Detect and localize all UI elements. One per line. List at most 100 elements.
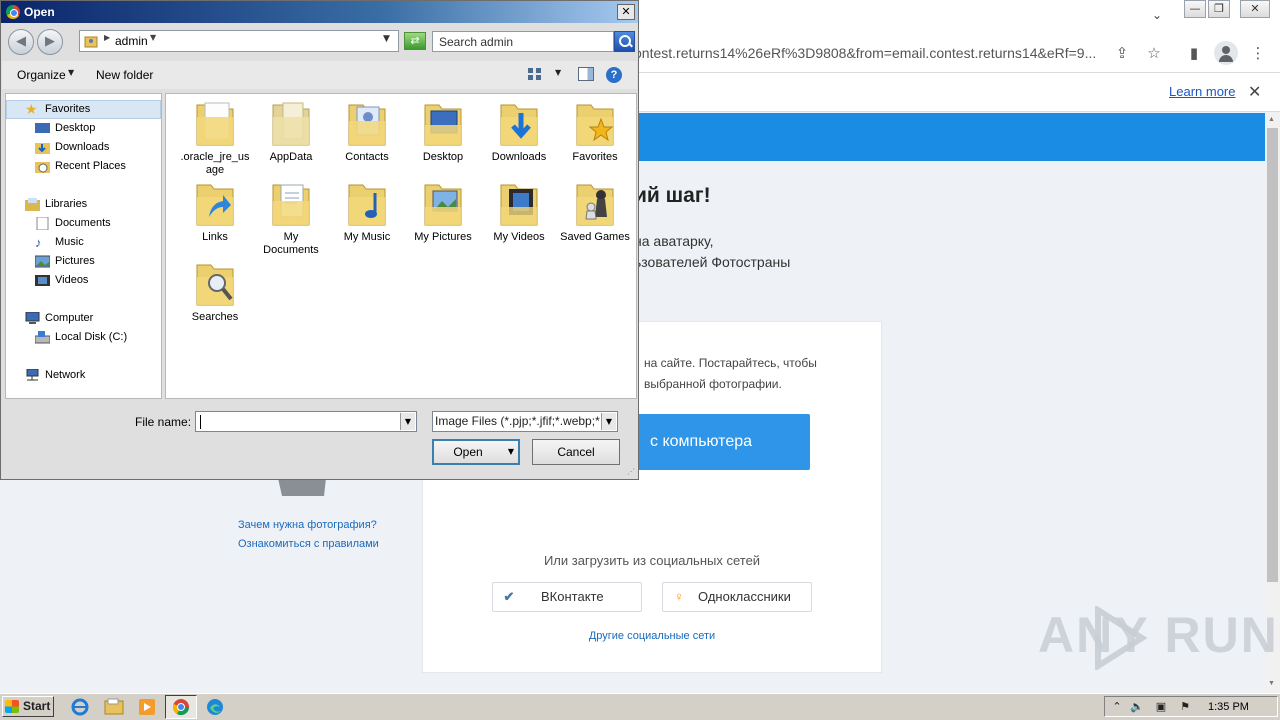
search-input[interactable]: Search admin: [432, 31, 614, 52]
bookmark-star-icon[interactable]: ☆: [1142, 41, 1166, 65]
search-icon[interactable]: [614, 31, 635, 52]
window-close-button[interactable]: ✕: [1240, 0, 1270, 18]
card-text-line-2: выбранной фотографии.: [644, 377, 782, 391]
vk-label: ВКонтакте: [541, 589, 604, 604]
side-links: Зачем нужна фотография? Ознакомиться с п…: [238, 516, 379, 554]
upload-from-computer-button[interactable]: с компьютера: [620, 414, 810, 470]
ok-button[interactable]: ♀ Одноклассники: [662, 582, 812, 612]
infobar-close-icon[interactable]: ✕: [1248, 82, 1261, 101]
file-item[interactable]: My Music: [331, 179, 403, 244]
taskbar-clock[interactable]: 1:35 PM: [1208, 701, 1249, 713]
libraries-icon: [25, 198, 40, 211]
breadcrumb-chevron-icon[interactable]: ▶: [104, 33, 110, 42]
file-item[interactable]: Searches: [179, 259, 251, 324]
restore-button[interactable]: ❐: [1208, 0, 1230, 18]
nav-desktop[interactable]: Desktop: [35, 122, 95, 134]
nav-music[interactable]: ♪ Music: [35, 236, 84, 249]
side-panel-icon[interactable]: ▮: [1182, 41, 1206, 65]
contacts-folder-icon: [348, 104, 386, 146]
nav-recent-places[interactable]: Recent Places: [35, 160, 126, 173]
nav-libraries[interactable]: Libraries: [25, 198, 87, 211]
organize-menu[interactable]: Organize: [17, 68, 66, 82]
preview-pane-icon[interactable]: [578, 67, 594, 81]
internet-explorer-icon[interactable]: [69, 697, 91, 717]
dialog-close-button[interactable]: ✕: [617, 4, 635, 20]
file-item[interactable]: AppData: [255, 99, 327, 164]
file-item[interactable]: Contacts: [331, 99, 403, 164]
pictures-icon: [35, 255, 50, 268]
open-options-caret-icon[interactable]: ▼: [508, 441, 514, 463]
nav-computer[interactable]: Computer: [25, 312, 93, 324]
forward-button[interactable]: ▶: [37, 29, 63, 55]
tray-expand-icon[interactable]: ⌃: [1110, 700, 1124, 713]
nav-network[interactable]: Network: [26, 369, 85, 381]
back-button[interactable]: ◀: [8, 29, 34, 55]
file-label: Downloads: [491, 151, 547, 163]
file-type-dropdown-icon[interactable]: ▼: [601, 413, 616, 430]
nav-pictures[interactable]: Pictures: [35, 255, 95, 268]
file-item[interactable]: .oracle_jre_usage: [179, 99, 251, 177]
menu-kebab-icon[interactable]: ⋮: [1246, 41, 1270, 65]
file-item[interactable]: Downloads: [483, 99, 555, 164]
nav-downloads[interactable]: Downloads: [35, 141, 109, 154]
volume-icon[interactable]: 🔈: [1130, 700, 1144, 713]
nav-favorites[interactable]: ★ Favorites: [25, 102, 90, 116]
nav-videos[interactable]: Videos: [35, 274, 88, 286]
scroll-down-icon[interactable]: ▼: [1268, 680, 1275, 687]
file-item[interactable]: Links: [179, 179, 251, 244]
action-center-flag-icon[interactable]: ⚑: [1178, 700, 1192, 713]
resize-grip-icon[interactable]: ⋰: [627, 467, 637, 477]
scrollbar-thumb[interactable]: [1267, 128, 1278, 582]
social-caption: Или загрузить из социальных сетей: [543, 553, 761, 568]
open-button[interactable]: Open ▼: [432, 439, 520, 465]
file-item[interactable]: Favorites: [559, 99, 631, 164]
file-type-select[interactable]: Image Files (*.pjp;*.jfif;*.webp;* ▼: [432, 411, 618, 432]
hard-disk-icon: [35, 331, 50, 344]
view-caret-icon[interactable]: ▼: [555, 68, 561, 77]
address-breadcrumb[interactable]: ▶ admin ▼ ▼: [79, 30, 399, 52]
subtext-line-2: ьзователей Фотостраны: [634, 254, 791, 270]
my-music-folder-icon: [348, 184, 386, 226]
learn-more-link[interactable]: Learn more: [1169, 84, 1235, 99]
minimize-button[interactable]: —: [1184, 0, 1206, 18]
breadcrumb-dropdown-icon[interactable]: ▼: [150, 33, 156, 42]
nav-music-label: Music: [55, 236, 84, 248]
cancel-button[interactable]: Cancel: [532, 439, 620, 465]
nav-local-disk[interactable]: Local Disk (C:): [35, 331, 127, 344]
change-view-icon[interactable]: [528, 68, 542, 80]
network-tray-icon[interactable]: ▣: [1154, 700, 1168, 713]
file-label: AppData: [269, 151, 313, 163]
file-item[interactable]: Desktop: [407, 99, 479, 164]
help-icon[interactable]: ?: [606, 67, 622, 83]
file-item[interactable]: My Pictures: [407, 179, 479, 244]
anyrun-watermark: ANY RUN: [1038, 607, 1279, 663]
new-folder-button[interactable]: New folder: [96, 68, 153, 82]
vk-button[interactable]: ✔ ВКонтакте: [492, 582, 642, 612]
nav-pictures-label: Pictures: [55, 255, 95, 267]
breadcrumb-admin[interactable]: admin: [115, 34, 148, 48]
file-item[interactable]: My Videos: [483, 179, 555, 244]
file-name-dropdown-icon[interactable]: ▼: [400, 413, 415, 430]
windows-logo-icon: [5, 700, 19, 713]
file-name-input[interactable]: ▼: [195, 411, 417, 432]
text-cursor: [200, 415, 201, 429]
other-social-link[interactable]: Другие социальные сети: [422, 630, 882, 642]
address-bar-url[interactable]: ontest.returns14%26eRf%3D9808&from=email…: [634, 45, 1096, 61]
file-label: My Music: [343, 231, 391, 243]
media-player-icon[interactable]: [136, 697, 158, 717]
profile-avatar-icon[interactable]: [1214, 41, 1238, 65]
organize-caret-icon[interactable]: ▼: [68, 68, 74, 77]
share-icon[interactable]: ⇪: [1110, 41, 1134, 65]
why-photo-link[interactable]: Зачем нужна фотография?: [238, 516, 379, 535]
refresh-icon[interactable]: ⇄: [404, 32, 426, 50]
scroll-up-icon[interactable]: ▲: [1268, 116, 1275, 123]
file-explorer-icon[interactable]: [103, 697, 125, 717]
file-item[interactable]: Saved Games: [559, 179, 631, 244]
nav-documents[interactable]: Documents: [36, 217, 111, 230]
edge-icon[interactable]: [204, 697, 226, 717]
address-history-dropdown-icon[interactable]: ▼: [383, 34, 390, 44]
dialog-titlebar[interactable]: [1, 1, 638, 23]
rules-link[interactable]: Ознакомиться с правилами: [238, 535, 379, 554]
file-item[interactable]: My Documents: [255, 179, 327, 257]
tab-search-chevron-icon[interactable]: ⌄: [1152, 8, 1162, 22]
